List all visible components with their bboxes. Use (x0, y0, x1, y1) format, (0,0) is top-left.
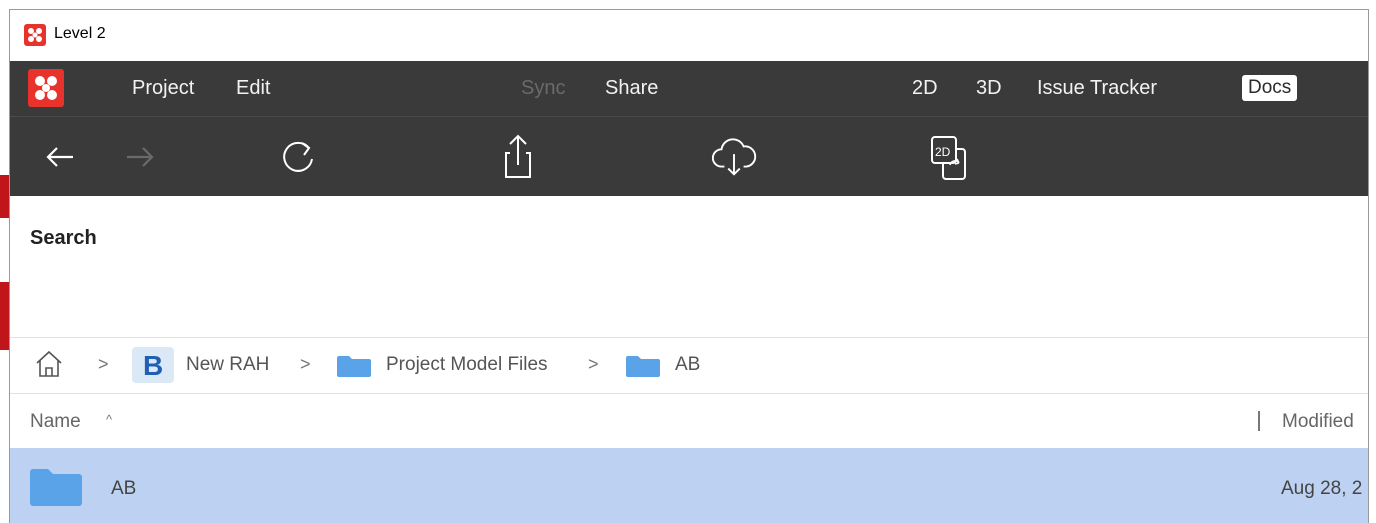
search-label[interactable]: Search (30, 227, 97, 250)
menu-share[interactable]: Share (605, 77, 658, 100)
app-window: Level 2 Project Edit Sync Share 2D 3D Is… (9, 9, 1369, 523)
breadcrumb-separator: > (588, 354, 599, 374)
breadcrumb-separator: > (98, 354, 109, 374)
column-header-modified[interactable]: Modified (1282, 411, 1354, 433)
list-item[interactable]: AB Aug 28, 2 (10, 448, 1368, 523)
menu-2d[interactable]: 2D (912, 77, 938, 100)
folder-icon (626, 355, 660, 377)
menu-issue-tracker[interactable]: Issue Tracker (1037, 77, 1157, 100)
2d-sheet-icon[interactable]: 2D (928, 133, 976, 181)
search-section: Search (10, 196, 1368, 336)
title-bar: Level 2 (10, 10, 1368, 61)
forward-arrow-icon[interactable] (116, 133, 164, 181)
list-header: Name ^ Modified (10, 393, 1368, 448)
menu-3d[interactable]: 3D (976, 77, 1002, 100)
app-logo-icon (24, 24, 46, 46)
list-item-modified: Aug 28, 2 (1281, 478, 1363, 499)
folder-icon (30, 468, 82, 511)
upload-icon[interactable] (494, 133, 542, 181)
cloud-download-icon[interactable] (710, 133, 758, 181)
window-title: Level 2 (54, 25, 106, 42)
back-arrow-icon[interactable] (36, 133, 84, 181)
app-logo-icon[interactable] (28, 69, 64, 107)
toolbar: 2D (10, 116, 1368, 197)
home-icon[interactable] (34, 350, 64, 383)
list-item-name: AB (111, 478, 137, 499)
breadcrumb-folder-project-model-files[interactable]: Project Model Files (386, 354, 548, 376)
breadcrumb-separator: > (300, 354, 311, 374)
breadcrumb-project[interactable]: New RAH (186, 354, 269, 376)
column-divider[interactable] (1258, 411, 1260, 431)
refresh-icon[interactable] (274, 133, 322, 181)
menu-sync[interactable]: Sync (521, 77, 565, 100)
breadcrumb: > B New RAH > Project Model Files > AB (10, 337, 1368, 394)
menu-docs[interactable]: Docs (1242, 75, 1298, 101)
column-header-name[interactable]: Name (30, 411, 81, 433)
menu-project[interactable]: Project (132, 77, 194, 100)
menu-bar: Project Edit Sync Share 2D 3D Issue Trac… (10, 61, 1368, 116)
sheet-icon-text: 2D (935, 145, 951, 159)
project-badge-icon: B (132, 347, 174, 383)
menu-edit[interactable]: Edit (236, 77, 270, 100)
folder-icon (337, 355, 371, 377)
breadcrumb-folder-ab[interactable]: AB (675, 354, 700, 376)
sort-ascending-icon[interactable]: ^ (106, 412, 112, 427)
